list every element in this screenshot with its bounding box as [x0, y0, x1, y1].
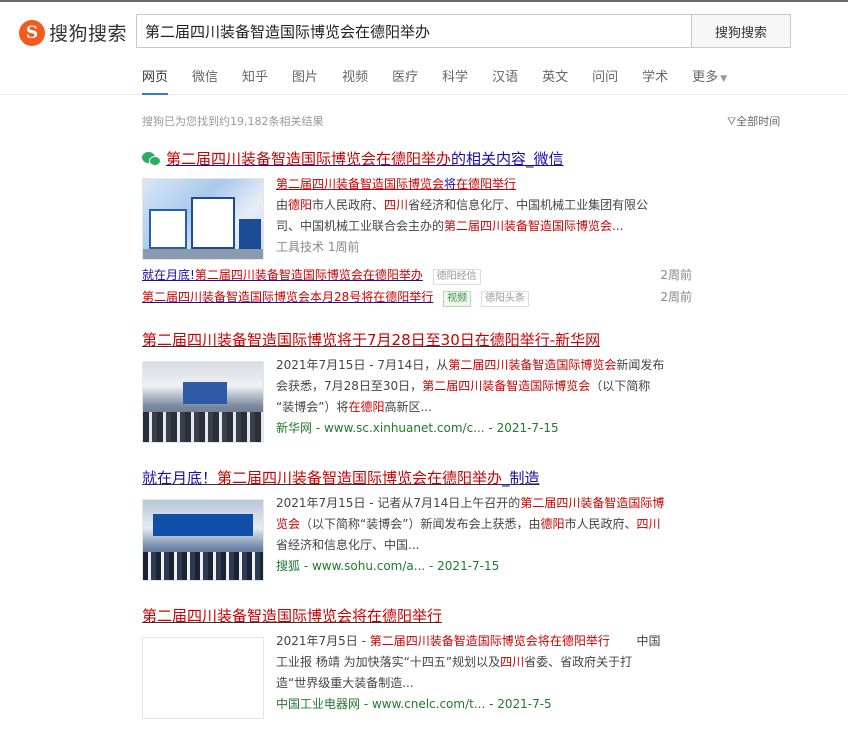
result-snippet: 2021年7月5日 - 第二届四川装备智造国际博览会将在德阳举行 中国 工业报 … — [276, 631, 688, 715]
wechat-thumbnail[interactable] — [142, 178, 264, 260]
tab-video[interactable]: 视频 — [342, 66, 368, 95]
search-input[interactable] — [136, 14, 692, 48]
time-filter[interactable]: ⛛全部时间 — [727, 113, 780, 129]
search-tabs: 网页 微信 知乎 图片 视频 医疗 科学 汉语 英文 问问 学术 更多 ▼ — [142, 66, 751, 95]
header: S 搜狗搜索 搜狗搜索 网页 微信 知乎 图片 视频 医疗 科学 汉语 英文 问… — [0, 2, 848, 95]
video-tag: 视频 — [443, 291, 472, 307]
filter-icon: ⛛ — [727, 115, 737, 128]
time-filter-label: 全部时间 — [736, 115, 781, 128]
tab-science[interactable]: 科学 — [442, 66, 468, 95]
title-highlight: 第二届四川装备智造国际博览会在德阳举办 — [166, 150, 452, 168]
result-title[interactable]: 第二届四川装备智造国际博览会将在德阳举行 — [142, 605, 442, 626]
result-title[interactable]: 就在月底！第二届四川装备智造国际博览会在德阳举办_制造 — [142, 467, 540, 488]
result-link[interactable]: 第二届四川装备智造国际博览会将在德阳举行 — [142, 607, 442, 625]
result-count: 搜狗已为您找到约19,182条相关结果 — [142, 115, 324, 128]
tab-medical[interactable]: 医疗 — [392, 66, 418, 95]
result-title[interactable]: 第二届四川装备智造国际博览将于7月28日至30日在德阳举行-新华网 — [142, 329, 600, 350]
tab-more-label: 更多 — [692, 70, 719, 85]
result-source[interactable]: 搜狐 - www.sohu.com/a... - 2021-7-15 — [276, 556, 688, 577]
title-text: 的相关内容_微信 — [451, 150, 564, 168]
result-thumbnail[interactable] — [142, 499, 264, 581]
result-thumbnail[interactable] — [142, 637, 264, 719]
result-source[interactable]: 新华网 - www.sc.xinhuanet.com/c... - 2021-7… — [276, 418, 688, 439]
wechat-card-snippet: 第二届四川装备智造国际博览会将在德阳举行 由德阳市人民政府、四川省经济和信息化厅… — [276, 174, 688, 258]
wechat-sub-link[interactable]: 第二届四川装备智造国际博览会本月28号将在德阳举行 — [142, 290, 433, 304]
tab-scholar[interactable]: 学术 — [642, 66, 668, 95]
sogou-logo-icon: S — [19, 19, 45, 46]
wechat-icon — [142, 151, 162, 167]
result-thumbnail[interactable] — [142, 361, 264, 443]
result-source[interactable]: 中国工业电器网 - www.cnelc.com/t... - 2021-7-5 — [276, 694, 688, 715]
tab-web[interactable]: 网页 — [142, 66, 169, 95]
sub-time: 2周前 — [660, 290, 692, 304]
chevron-down-icon: ▼ — [720, 74, 728, 84]
sogou-logo[interactable]: S 搜狗搜索 — [19, 19, 127, 46]
result-link[interactable]: 就在月底！第二届四川装备智造国际博览会在德阳举办_制造 — [142, 469, 540, 487]
tab-hanyu[interactable]: 汉语 — [492, 66, 518, 95]
tab-images[interactable]: 图片 — [292, 66, 318, 95]
source-tag: 德阳头条 — [480, 291, 529, 307]
search-button[interactable]: 搜狗搜索 — [691, 14, 791, 48]
result-link[interactable]: 第二届四川装备智造国际博览将于7月28日至30日在德阳举行-新华网 — [142, 331, 600, 349]
tab-english[interactable]: 英文 — [542, 66, 568, 95]
tab-wenwen[interactable]: 问问 — [592, 66, 618, 95]
tab-weixin[interactable]: 微信 — [192, 66, 218, 95]
wechat-sub-link[interactable]: 就在月底!第二届四川装备智造国际博览会在德阳举办 — [142, 268, 423, 282]
sub-time: 2周前 — [660, 268, 692, 282]
tab-zhihu[interactable]: 知乎 — [242, 66, 268, 95]
wechat-card-meta: 工具技术 1周前 — [276, 240, 360, 254]
tab-more[interactable]: 更多 ▼ — [692, 66, 727, 95]
wechat-sub-item: 就在月底!第二届四川装备智造国际博览会在德阳举办 德阳经信 2周前 — [142, 265, 692, 285]
wechat-sub-item: 第二届四川装备智造国际博览会本月28号将在德阳举行 视频 德阳头条 2周前 — [142, 287, 692, 307]
wechat-result-title[interactable]: 第二届四川装备智造国际博览会在德阳举办的相关内容_微信 — [142, 148, 564, 169]
source-tag: 德阳经信 — [432, 269, 481, 285]
wechat-title-link[interactable]: 第二届四川装备智造国际博览会在德阳举办的相关内容_微信 — [166, 148, 564, 169]
result-snippet: 2021年7月15日 - 7月14日，从第二届四川装备智造国际博览会新闻发布 会… — [276, 355, 688, 439]
result-snippet: 2021年7月15日 - 记者从7月14日上午召开的第二届四川装备智造国际博 览… — [276, 493, 688, 577]
logo-text: 搜狗搜索 — [49, 23, 128, 45]
wechat-card-title[interactable]: 第二届四川装备智造国际博览会将在德阳举行 — [276, 177, 516, 191]
